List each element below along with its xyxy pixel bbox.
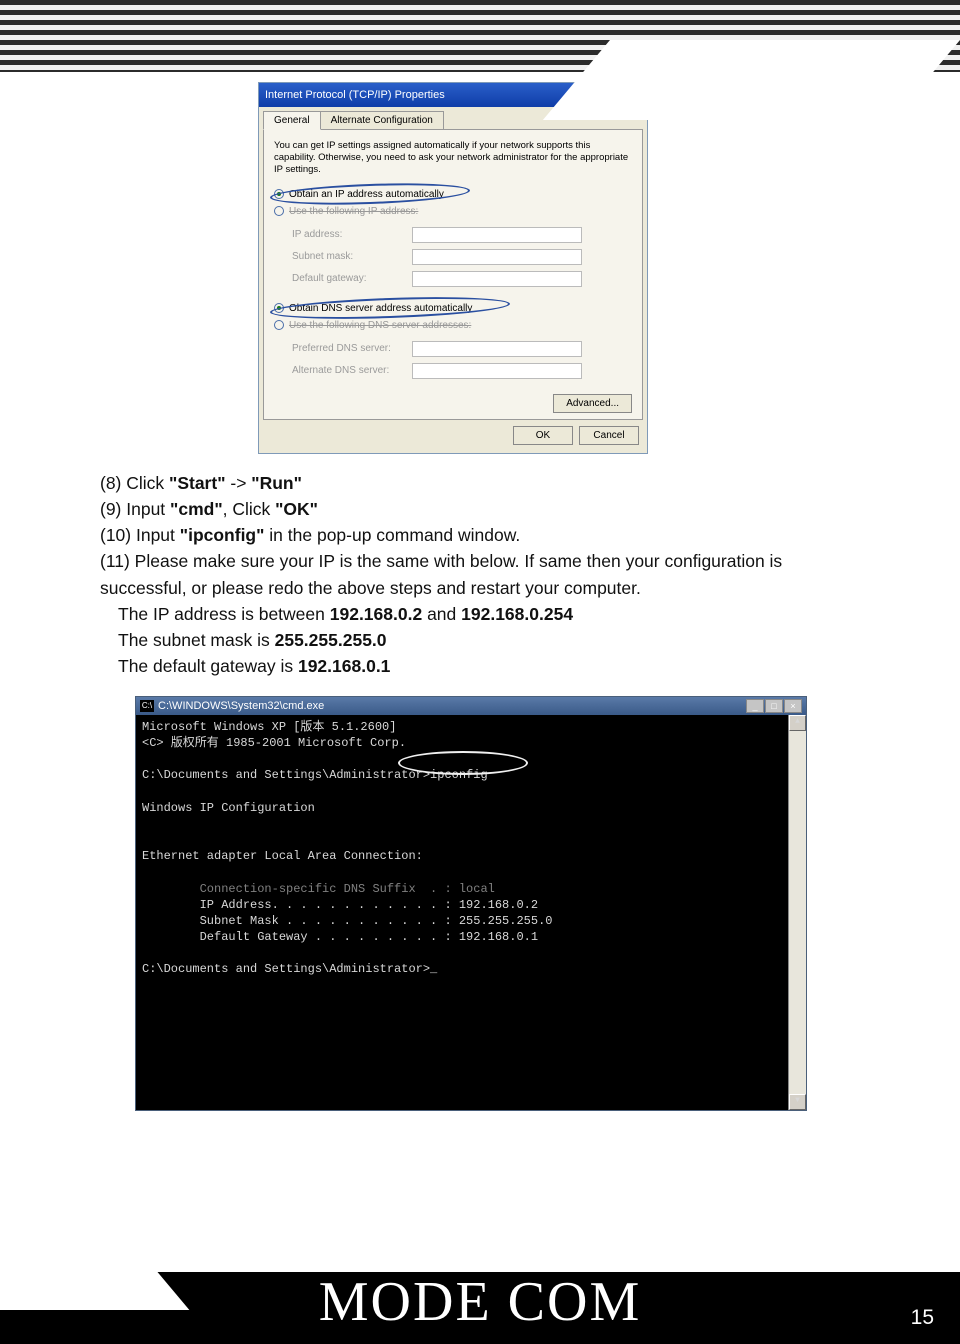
scroll-down-icon[interactable]: ▼ bbox=[789, 1094, 806, 1110]
radio-icon bbox=[274, 320, 284, 330]
page-footer: MODE COM 15 bbox=[0, 1272, 960, 1344]
field-alternate-dns: Alternate DNS server: bbox=[292, 360, 632, 382]
close-button[interactable]: × bbox=[784, 699, 802, 713]
radio-icon bbox=[274, 206, 284, 216]
cmd-title: C:\WINDOWS\System32\cmd.exe bbox=[158, 700, 324, 712]
page-number: 15 bbox=[911, 1306, 934, 1330]
minimize-button[interactable]: _ bbox=[746, 699, 764, 713]
field-default-gateway: Default gateway: bbox=[292, 268, 632, 290]
tab-general[interactable]: General bbox=[263, 111, 321, 130]
dialog-description: You can get IP settings assigned automat… bbox=[274, 140, 632, 176]
cmd-window-screenshot: C:\ C:\WINDOWS\System32\cmd.exe _ □ × Mi… bbox=[135, 696, 807, 1111]
cmd-icon: C:\ bbox=[140, 700, 154, 712]
radio-auto-ip[interactable]: Obtain an IP address automatically bbox=[274, 186, 632, 203]
dialog-title: Internet Protocol (TCP/IP) Properties bbox=[265, 89, 445, 101]
field-ip-address: IP address: bbox=[292, 224, 632, 246]
cmd-scrollbar[interactable]: ▲ ▼ bbox=[788, 715, 806, 1110]
radio-icon bbox=[274, 303, 284, 313]
maximize-button[interactable]: □ bbox=[765, 699, 783, 713]
field-subnet-mask: Subnet mask: bbox=[292, 246, 632, 268]
advanced-button[interactable]: Advanced... bbox=[553, 394, 632, 413]
radio-auto-dns[interactable]: Obtain DNS server address automatically bbox=[274, 300, 632, 317]
cancel-button[interactable]: Cancel bbox=[579, 426, 639, 445]
cmd-output: Microsoft Windows XP [版本 5.1.2600] <C> 版… bbox=[136, 715, 806, 1110]
scroll-up-icon[interactable]: ▲ bbox=[789, 715, 806, 731]
header-stripes-cut bbox=[543, 40, 960, 120]
footer-brand: MODE COM bbox=[0, 1270, 960, 1334]
radio-manual-dns[interactable]: Use the following DNS server addresses: bbox=[274, 317, 632, 334]
radio-manual-ip[interactable]: Use the following IP address: bbox=[274, 203, 632, 220]
cmd-titlebar: C:\ C:\WINDOWS\System32\cmd.exe _ □ × bbox=[136, 697, 806, 715]
radio-icon bbox=[274, 189, 284, 199]
instruction-text: (8) Click "Start" -> "Run" (9) Input "cm… bbox=[100, 470, 860, 680]
tab-alternate[interactable]: Alternate Configuration bbox=[320, 111, 444, 130]
field-preferred-dns: Preferred DNS server: bbox=[292, 338, 632, 360]
tcpip-dialog-screenshot: Internet Protocol (TCP/IP) Properties ? … bbox=[258, 82, 648, 454]
ok-button[interactable]: OK bbox=[513, 426, 573, 445]
